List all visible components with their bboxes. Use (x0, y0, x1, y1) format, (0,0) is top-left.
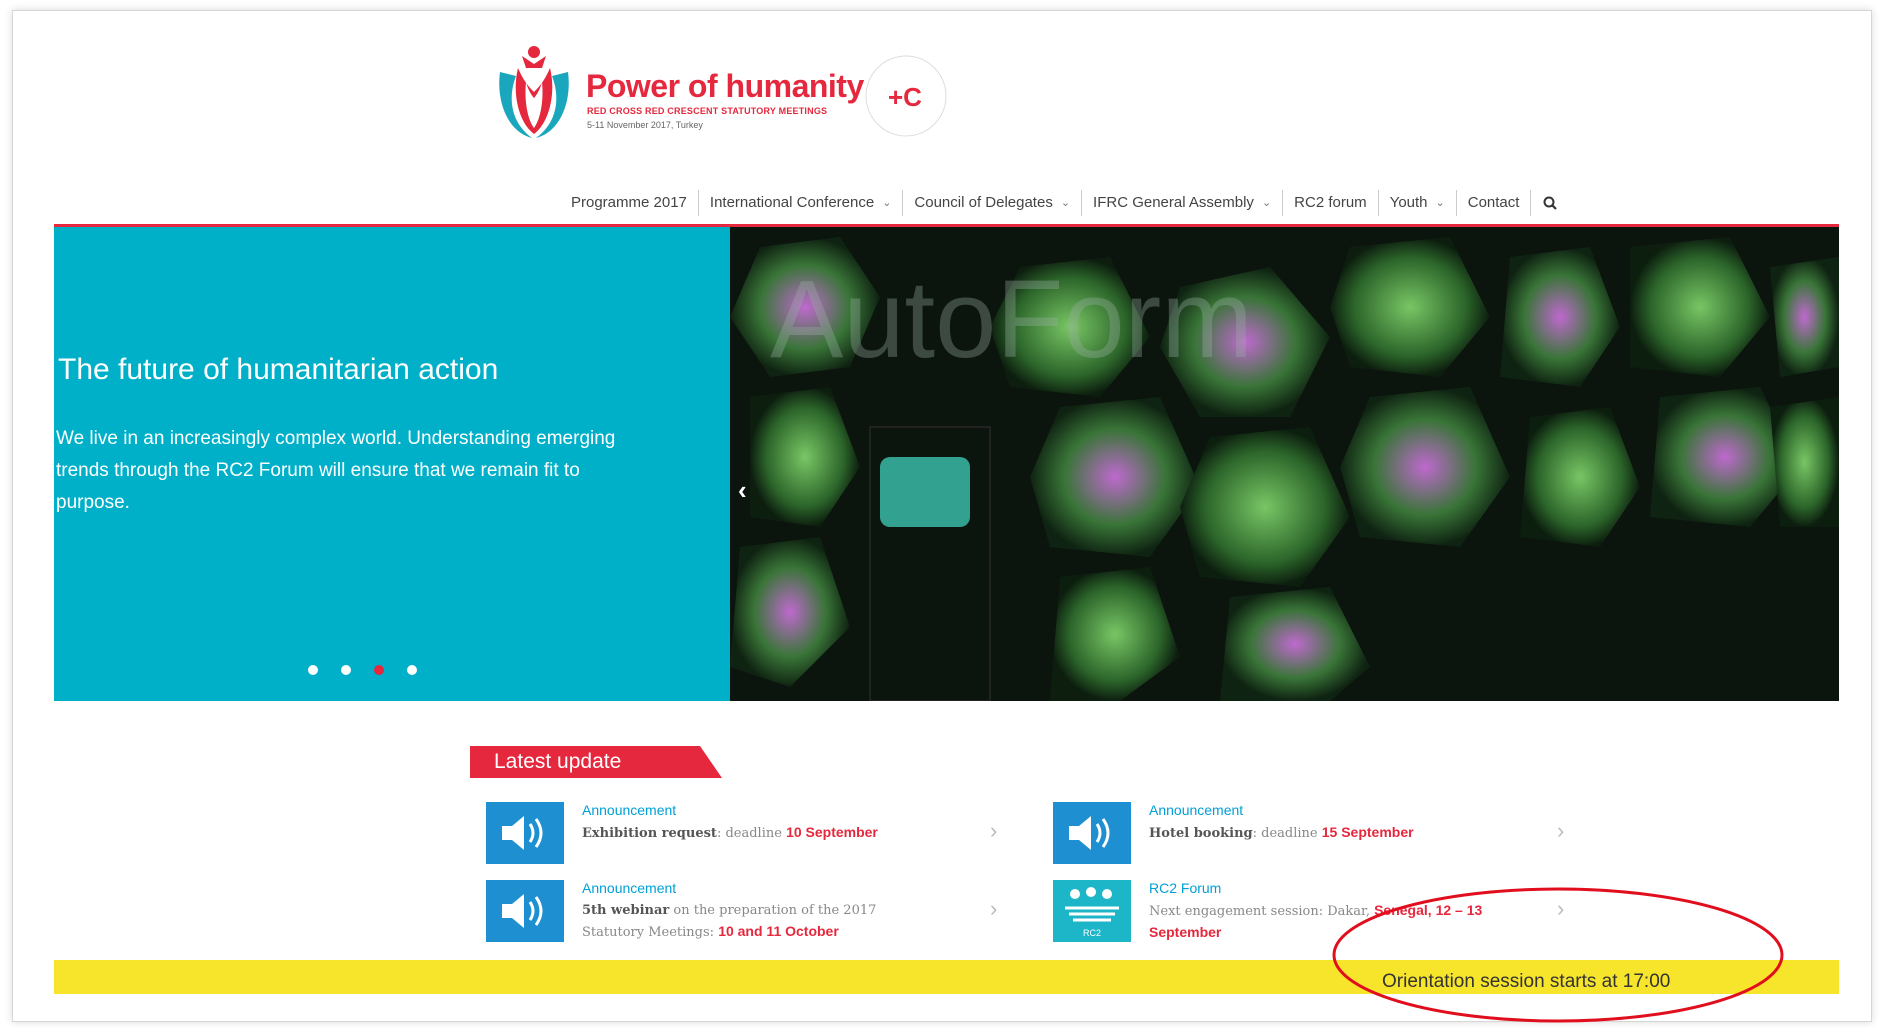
logo-title: Power of humanity (586, 68, 864, 104)
nav-item-label: International Conference (709, 194, 875, 211)
exhibition-photo: AutoForm (730, 227, 1839, 701)
nav-item-label: RC2 forum (1294, 194, 1367, 211)
slider-dot-2[interactable] (341, 665, 351, 675)
chevron-right-icon[interactable]: › (990, 896, 997, 922)
chevron-down-icon: ⌄ (882, 197, 892, 209)
update-text: : deadline (716, 826, 787, 841)
rc2-forum-icon: RC2 (1053, 880, 1131, 942)
chevron-down-icon: ⌄ (1060, 197, 1071, 209)
nav-item-contact[interactable]: Contact (1457, 190, 1532, 216)
update-title[interactable]: Announcement (582, 880, 676, 896)
highlight-oval-annotation (1332, 887, 1784, 1023)
hero-text-panel: The future of humanitarian action We liv… (54, 227, 730, 701)
update-highlight: 10 September (786, 824, 878, 840)
update-item[interactable]: Announcement 5th webinar on the preparati… (486, 880, 1006, 946)
nav-item-rc2-forum[interactable]: RC2 forum (1283, 190, 1379, 216)
nav-item-label: IFRC General Assembly (1093, 194, 1254, 211)
hero-description: We live in an increasingly complex world… (56, 428, 616, 513)
update-bold-text: Hotel booking (1149, 826, 1253, 841)
nav-item-programme-2017[interactable]: Programme 2017 (560, 190, 699, 216)
slider-dot-4[interactable] (407, 665, 417, 675)
chevron-down-icon: ⌄ (1435, 197, 1445, 209)
hero-slider: The future of humanitarian action We liv… (54, 224, 1839, 701)
nav-item-youth[interactable]: Youth ⌄ (1379, 190, 1457, 216)
chevron-down-icon: ⌄ (1261, 197, 1272, 209)
update-highlight: 10 and 11 October (718, 923, 839, 939)
slider-prev-button[interactable]: ‹ (738, 475, 747, 506)
speaker-icon (486, 880, 564, 942)
slider-dot-1[interactable] (308, 665, 318, 675)
logo-subtitle: RED CROSS RED CRESCENT STATUTORY MEETING… (587, 106, 828, 116)
nav-item-international-conference[interactable]: International Conference ⌄ (699, 190, 904, 216)
update-title[interactable]: RC2 Forum (1149, 880, 1221, 896)
nav-item-label: Youth (1389, 194, 1428, 211)
chevron-right-icon[interactable]: › (990, 818, 997, 844)
update-item[interactable]: Announcement Exhibition request: deadline… (486, 802, 1006, 868)
movement-symbol: +C (888, 82, 922, 112)
latest-update-label: Latest update (494, 750, 622, 773)
nav-item-label: Contact (1467, 194, 1520, 211)
hero-title: The future of humanitarian action (58, 353, 499, 386)
slider-dot-3[interactable] (374, 665, 384, 675)
search-icon (1543, 196, 1558, 210)
nav-item-council-of-delegates[interactable]: Council of Delegates ⌄ (903, 190, 1083, 216)
chevron-right-icon[interactable]: › (1557, 818, 1564, 844)
site-logo[interactable]: Power of humanity RED CROSS RED CRESCENT… (490, 42, 960, 142)
update-title[interactable]: Announcement (1149, 802, 1243, 818)
hero-image: AutoForm ‹ (730, 227, 1839, 701)
tulip-logo-icon (499, 46, 569, 138)
update-bold-text: 5th webinar (582, 903, 670, 918)
nav-item-ifrc-general-assembly[interactable]: IFRC General Assembly ⌄ (1082, 190, 1284, 216)
update-text: : deadline (1252, 826, 1322, 841)
search-button[interactable] (1531, 190, 1569, 216)
movement-emblem-icon: +C (865, 55, 947, 137)
update-body: Hotel booking: deadline 15 September (1149, 822, 1509, 844)
update-body: Exhibition request: deadline 10 Septembe… (582, 822, 942, 844)
nav-item-label: Council of Delegates (914, 194, 1053, 211)
update-body: 5th webinar on the preparation of the 20… (582, 900, 942, 943)
speaker-icon (486, 802, 564, 864)
logo-date: 5-11 November 2017, Turkey (587, 120, 703, 130)
svg-text:RC2: RC2 (1083, 928, 1101, 938)
update-title[interactable]: Announcement (582, 802, 676, 818)
main-nav: Programme 2017 International Conference ⌄ C… (560, 188, 1569, 218)
update-bold-text: Exhibition request (582, 826, 717, 841)
update-item[interactable]: Announcement Hotel booking: deadline 15 S… (1053, 802, 1573, 868)
nav-item-label: Programme 2017 (571, 194, 687, 211)
slider-dots (308, 665, 417, 675)
update-highlight: 15 September (1321, 824, 1414, 840)
speaker-icon (1053, 802, 1131, 864)
image-overlay-text: AutoForm (770, 258, 1253, 381)
